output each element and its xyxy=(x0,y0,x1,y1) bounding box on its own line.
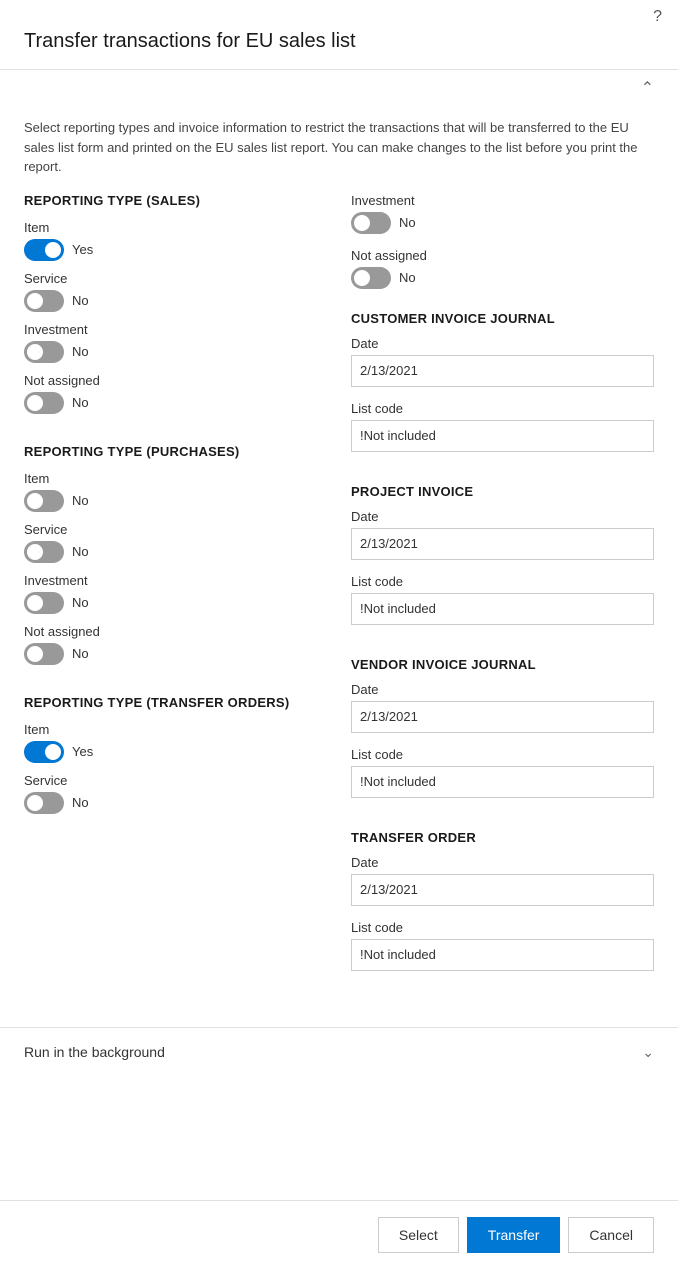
transfer-order-section: TRANSFER ORDER Date List code xyxy=(351,830,654,985)
purchases-service-label: Service xyxy=(24,522,327,537)
customer-invoice-date-label: Date xyxy=(351,336,654,351)
purchases-investment-value: No xyxy=(72,595,89,610)
project-invoice-label: PROJECT INVOICE xyxy=(351,484,654,499)
transfer-item-value: Yes xyxy=(72,744,93,759)
vendor-invoice-date-label: Date xyxy=(351,682,654,697)
transfer-service-value: No xyxy=(72,795,89,810)
project-invoice-date-label: Date xyxy=(351,509,654,524)
transfer-service-label: Service xyxy=(24,773,327,788)
transfer-item-label: Item xyxy=(24,722,327,737)
purchases-item-toggle-group: Item No xyxy=(24,471,327,512)
customer-invoice-listcode-field: List code xyxy=(351,401,654,452)
sales-service-toggle[interactable] xyxy=(24,290,64,312)
sales-service-value: No xyxy=(72,293,89,308)
purchases-service-toggle[interactable] xyxy=(24,541,64,563)
vendor-invoice-date-input[interactable] xyxy=(351,701,654,733)
transfer-order-listcode-field: List code xyxy=(351,920,654,971)
customer-invoice-journal-section: CUSTOMER INVOICE JOURNAL Date List code xyxy=(351,311,654,466)
sales-item-toggle-group: Item Yes xyxy=(24,220,327,261)
right-notassigned-toggle-group: Not assigned No xyxy=(351,248,654,293)
reporting-transfer-label: REPORTING TYPE (TRANSFER ORDERS) xyxy=(24,695,327,710)
sales-notassigned-label: Not assigned xyxy=(24,373,327,388)
project-invoice-section: PROJECT INVOICE Date List code xyxy=(351,484,654,639)
purchases-investment-label: Investment xyxy=(24,573,327,588)
purchases-notassigned-toggle[interactable] xyxy=(24,643,64,665)
transfer-order-listcode-input[interactable] xyxy=(351,939,654,971)
reporting-sales-section: REPORTING TYPE (SALES) Item Yes xyxy=(24,193,327,424)
vendor-invoice-journal-label: VENDOR INVOICE JOURNAL xyxy=(351,657,654,672)
right-notassigned-label: Not assigned xyxy=(351,248,654,263)
collapse-chevron-up-icon[interactable]: ⌃ xyxy=(641,78,654,98)
customer-invoice-listcode-label: List code xyxy=(351,401,654,416)
project-invoice-listcode-label: List code xyxy=(351,574,654,589)
sales-notassigned-toggle[interactable] xyxy=(24,392,64,414)
right-investment-label: Investment xyxy=(351,193,654,208)
run-background-section[interactable]: Run in the background ⌄ xyxy=(0,1027,678,1077)
purchases-notassigned-label: Not assigned xyxy=(24,624,327,639)
cancel-button[interactable]: Cancel xyxy=(568,1217,654,1253)
customer-invoice-date-input[interactable] xyxy=(351,355,654,387)
vendor-invoice-listcode-input[interactable] xyxy=(351,766,654,798)
transfer-item-toggle[interactable] xyxy=(24,741,64,763)
sales-investment-label: Investment xyxy=(24,322,327,337)
purchases-item-label: Item xyxy=(24,471,327,486)
help-icon[interactable]: ? xyxy=(653,8,662,26)
reporting-purchases-label: REPORTING TYPE (PURCHASES) xyxy=(24,444,327,459)
description-text: Select reporting types and invoice infor… xyxy=(24,118,654,177)
transfer-order-date-field: Date xyxy=(351,855,654,906)
transfer-item-toggle-group: Item Yes xyxy=(24,722,327,763)
run-background-label: Run in the background xyxy=(24,1044,165,1060)
project-invoice-date-field: Date xyxy=(351,509,654,560)
right-investment-toggle-group: Investment No xyxy=(351,193,654,238)
reporting-transfer-section: REPORTING TYPE (TRANSFER ORDERS) Item Ye… xyxy=(24,695,327,824)
sales-service-toggle-group: Service No xyxy=(24,271,327,312)
right-notassigned-value: No xyxy=(399,270,416,285)
customer-invoice-journal-label: CUSTOMER INVOICE JOURNAL xyxy=(351,311,654,326)
select-button[interactable]: Select xyxy=(378,1217,459,1253)
vendor-invoice-listcode-label: List code xyxy=(351,747,654,762)
vendor-invoice-listcode-field: List code xyxy=(351,747,654,798)
purchases-notassigned-value: No xyxy=(72,646,89,661)
purchases-item-value: No xyxy=(72,493,89,508)
transfer-order-date-label: Date xyxy=(351,855,654,870)
sales-notassigned-value: No xyxy=(72,395,89,410)
purchases-service-toggle-group: Service No xyxy=(24,522,327,563)
transfer-button[interactable]: Transfer xyxy=(467,1217,561,1253)
reporting-sales-label: REPORTING TYPE (SALES) xyxy=(24,193,327,208)
project-invoice-listcode-input[interactable] xyxy=(351,593,654,625)
transfer-order-listcode-label: List code xyxy=(351,920,654,935)
sales-item-value: Yes xyxy=(72,242,93,257)
purchases-notassigned-toggle-group: Not assigned No xyxy=(24,624,327,665)
footer-buttons: Select Transfer Cancel xyxy=(0,1200,678,1269)
customer-invoice-date-field: Date xyxy=(351,336,654,387)
page-title: Transfer transactions for EU sales list xyxy=(0,30,678,69)
transfer-order-label: TRANSFER ORDER xyxy=(351,830,654,845)
right-notassigned-toggle[interactable] xyxy=(351,267,391,289)
project-invoice-listcode-field: List code xyxy=(351,574,654,625)
project-invoice-date-input[interactable] xyxy=(351,528,654,560)
transfer-service-toggle-group: Service No xyxy=(24,773,327,814)
purchases-investment-toggle-group: Investment No xyxy=(24,573,327,614)
purchases-investment-toggle[interactable] xyxy=(24,592,64,614)
sales-item-toggle[interactable] xyxy=(24,239,64,261)
sales-investment-value: No xyxy=(72,344,89,359)
customer-invoice-listcode-input[interactable] xyxy=(351,420,654,452)
sales-investment-toggle[interactable] xyxy=(24,341,64,363)
transfer-order-date-input[interactable] xyxy=(351,874,654,906)
transfer-service-toggle[interactable] xyxy=(24,792,64,814)
purchases-item-toggle[interactable] xyxy=(24,490,64,512)
right-investment-value: No xyxy=(399,215,416,230)
sales-service-label: Service xyxy=(24,271,327,286)
sales-notassigned-toggle-group: Not assigned No xyxy=(24,373,327,414)
reporting-purchases-section: REPORTING TYPE (PURCHASES) Item No xyxy=(24,444,327,675)
sales-investment-toggle-group: Investment No xyxy=(24,322,327,363)
right-investment-toggle[interactable] xyxy=(351,212,391,234)
chevron-down-icon: ⌄ xyxy=(642,1044,654,1061)
purchases-service-value: No xyxy=(72,544,89,559)
sales-item-label: Item xyxy=(24,220,327,235)
vendor-invoice-journal-section: VENDOR INVOICE JOURNAL Date List code xyxy=(351,657,654,812)
vendor-invoice-date-field: Date xyxy=(351,682,654,733)
